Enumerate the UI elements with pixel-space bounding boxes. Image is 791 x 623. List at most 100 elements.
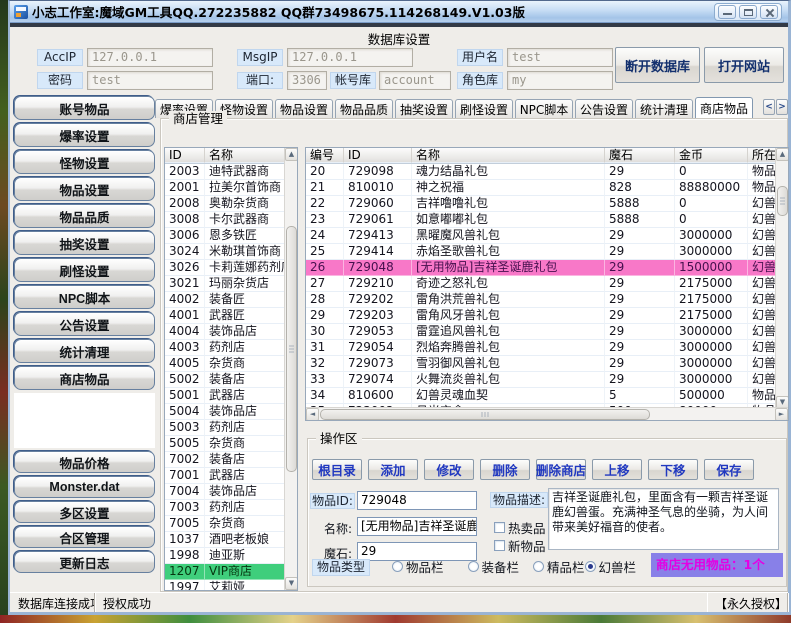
operation-button[interactable]: 删除 [480,459,530,480]
column-header[interactable]: 名称 [412,148,605,163]
table-row[interactable]: 21 810010 神之祝福 828 88880000 物品栏 [306,180,788,196]
table-row[interactable]: 5004 装饰品店 [165,404,297,420]
table-row[interactable]: 4004 装饰品店 [165,324,297,340]
table-row[interactable]: 7005 杂货商 [165,516,297,532]
sidebar-item[interactable]: 合区管理 [14,526,155,548]
table-row[interactable]: 1997 艾莉娅 [165,580,297,591]
sidebar-item[interactable]: 抽奖设置 [14,231,155,255]
sidebar-item[interactable]: 物品设置 [14,177,155,201]
tab[interactable]: 商店物品 [695,97,753,118]
tab-scroll-left-icon[interactable]: < [763,99,775,115]
table-row[interactable]: 24 729413 黑曜魔风兽礼包 29 3000000 幻兽栏 [306,228,788,244]
msgip-input[interactable]: 127.0.0.1 [287,48,413,67]
column-header[interactable]: 金币 [675,148,748,163]
scroll-down-icon[interactable]: ▼ [285,577,298,590]
new-item-checkbox[interactable]: 新物品 [494,536,546,555]
sidebar-item[interactable]: 物品品质 [14,204,155,228]
table-row[interactable]: 23 729061 如意嘟嘟礼包 5888 0 幻兽栏 [306,212,788,228]
port-input[interactable]: 3306 [287,71,327,90]
sidebar-item[interactable]: 更新日志 [14,551,155,573]
table-row[interactable]: 26 729048 [无用物品]吉祥圣诞鹿礼包 29 1500000 幻兽栏 [306,260,788,276]
password-input[interactable]: test [87,71,213,90]
tab[interactable]: 抽奖设置 [395,99,453,118]
table-row[interactable]: 29 729203 雷角风牙兽礼包 29 2175000 幻兽栏 [306,308,788,324]
table-row[interactable]: 7001 武器店 [165,468,297,484]
table-row[interactable]: 20 729098 魂力结晶礼包 29 0 物品栏 [306,164,788,180]
item-type-radio[interactable]: 物品栏 [392,557,444,576]
table-row[interactable]: 25 729414 赤焰圣歌兽礼包 29 3000000 幻兽栏 [306,244,788,260]
table-row[interactable]: 2008 奥勒杂货商 [165,196,297,212]
sidebar-item[interactable]: NPC脚本 [14,285,155,309]
table-row[interactable]: 31 729054 烈焰奔腾兽礼包 29 3000000 幻兽栏 [306,340,788,356]
sidebar-item[interactable]: 账号物品 [14,96,155,120]
accip-input[interactable]: 127.0.0.1 [87,48,213,67]
sidebar-item[interactable]: 多区设置 [14,501,155,523]
tab[interactable]: 刷怪设置 [455,99,513,118]
scrollbar-thumb[interactable] [320,409,650,420]
tab[interactable]: 统计清理 [635,99,693,118]
operation-button[interactable]: 添加 [368,459,418,480]
table-row[interactable]: 1207 VIP商店 [165,564,297,580]
table-row[interactable]: 5001 武器店 [165,388,297,404]
open-website-button[interactable]: 打开网站 [704,47,784,83]
table-row[interactable]: 32 729073 雪羽御风兽礼包 29 3000000 幻兽栏 [306,356,788,372]
column-header[interactable]: 编号 [306,148,344,163]
sidebar-item[interactable]: 爆率设置 [14,123,155,147]
column-header[interactable]: 魔石 [605,148,675,163]
table-row[interactable]: 4001 武器匠 [165,308,297,324]
scrollbar-thumb[interactable] [777,186,788,216]
scroll-left-icon[interactable]: ◄ [306,408,319,421]
table-row[interactable]: 36 820300 月光宝盒增强版 1000 500000000 物品栏 [306,420,788,421]
table-row[interactable]: 7004 装饰品店 [165,484,297,500]
hot-item-checkbox[interactable]: 热卖品 [494,518,546,537]
tab[interactable]: 公告设置 [575,99,633,118]
items-vertical-scrollbar[interactable]: ▲ ▼ [775,148,788,409]
operation-button[interactable]: 修改 [424,459,474,480]
sidebar-item[interactable]: 刷怪设置 [14,258,155,282]
operation-button[interactable]: 上移 [592,459,642,480]
table-row[interactable]: 5005 杂货商 [165,436,297,452]
sidebar-item[interactable]: 怪物设置 [14,150,155,174]
table-row[interactable]: 2003 迪特武器商 [165,164,297,180]
table-row[interactable]: 27 729210 奇迹之怒礼包 29 2175000 幻兽栏 [306,276,788,292]
table-row[interactable]: 3021 玛丽杂货店 [165,276,297,292]
maximize-button[interactable] [739,5,757,19]
table-row[interactable]: 4002 装备匠 [165,292,297,308]
table-row[interactable]: 2001 拉美尔首饰商 [165,180,297,196]
table-row[interactable]: 3026 卡莉莲娜药剂店 [165,260,297,276]
table-row[interactable]: 30 729053 雷霆追风兽礼包 29 3000000 幻兽栏 [306,324,788,340]
table-row[interactable]: 33 729074 火舞流炎兽礼包 29 3000000 幻兽栏 [306,372,788,388]
column-header[interactable]: ID [344,148,412,163]
table-row[interactable]: 3008 卡尔武器商 [165,212,297,228]
table-row[interactable]: 3006 恩多铁匠 [165,228,297,244]
username-input[interactable]: test [507,48,613,67]
table-row[interactable]: 5002 装备店 [165,372,297,388]
items-horizontal-scrollbar[interactable]: ◄ ► [306,407,788,420]
sidebar-item[interactable]: 统计清理 [14,339,155,363]
minimize-button[interactable] [718,5,736,19]
operation-button[interactable]: 根目录 [312,459,362,480]
column-header[interactable]: 名称 [205,148,285,163]
table-row[interactable]: 22 729060 吉祥噜噜礼包 5888 0 幻兽栏 [306,196,788,212]
table-row[interactable]: 5003 药剂店 [165,420,297,436]
table-row[interactable]: 1037 酒吧老板娘 [165,532,297,548]
tab-scroll-right-icon[interactable]: > [776,99,788,115]
table-row[interactable]: 3024 米勒琪首饰商 [165,244,297,260]
tab[interactable]: 物品设置 [275,99,333,118]
sidebar-item[interactable]: Monster.dat [14,476,155,498]
tab[interactable]: 物品品质 [335,99,393,118]
role-db-input[interactable]: my [507,71,613,90]
titlebar[interactable]: 小志工作室:魔域GM工具QQ.272235882 QQ群73498675.114… [10,1,788,23]
item-type-radio[interactable]: 精品栏 [533,557,585,576]
operation-button[interactable]: 删除商店 [536,459,586,480]
scroll-right-icon[interactable]: ► [775,408,788,421]
table-row[interactable]: 1998 迪亚斯 [165,548,297,564]
table-row[interactable]: 4005 杂货商 [165,356,297,372]
account-db-input[interactable]: account [379,71,451,90]
disconnect-db-button[interactable]: 断开数据库 [615,47,700,83]
tab[interactable]: NPC脚本 [515,99,573,118]
scrollbar-thumb[interactable] [286,226,297,472]
sidebar-item[interactable]: 公告设置 [14,312,155,336]
table-row[interactable]: 28 729202 雷角洪荒兽礼包 29 2175000 幻兽栏 [306,292,788,308]
sidebar-item[interactable]: 物品价格 [14,451,155,473]
